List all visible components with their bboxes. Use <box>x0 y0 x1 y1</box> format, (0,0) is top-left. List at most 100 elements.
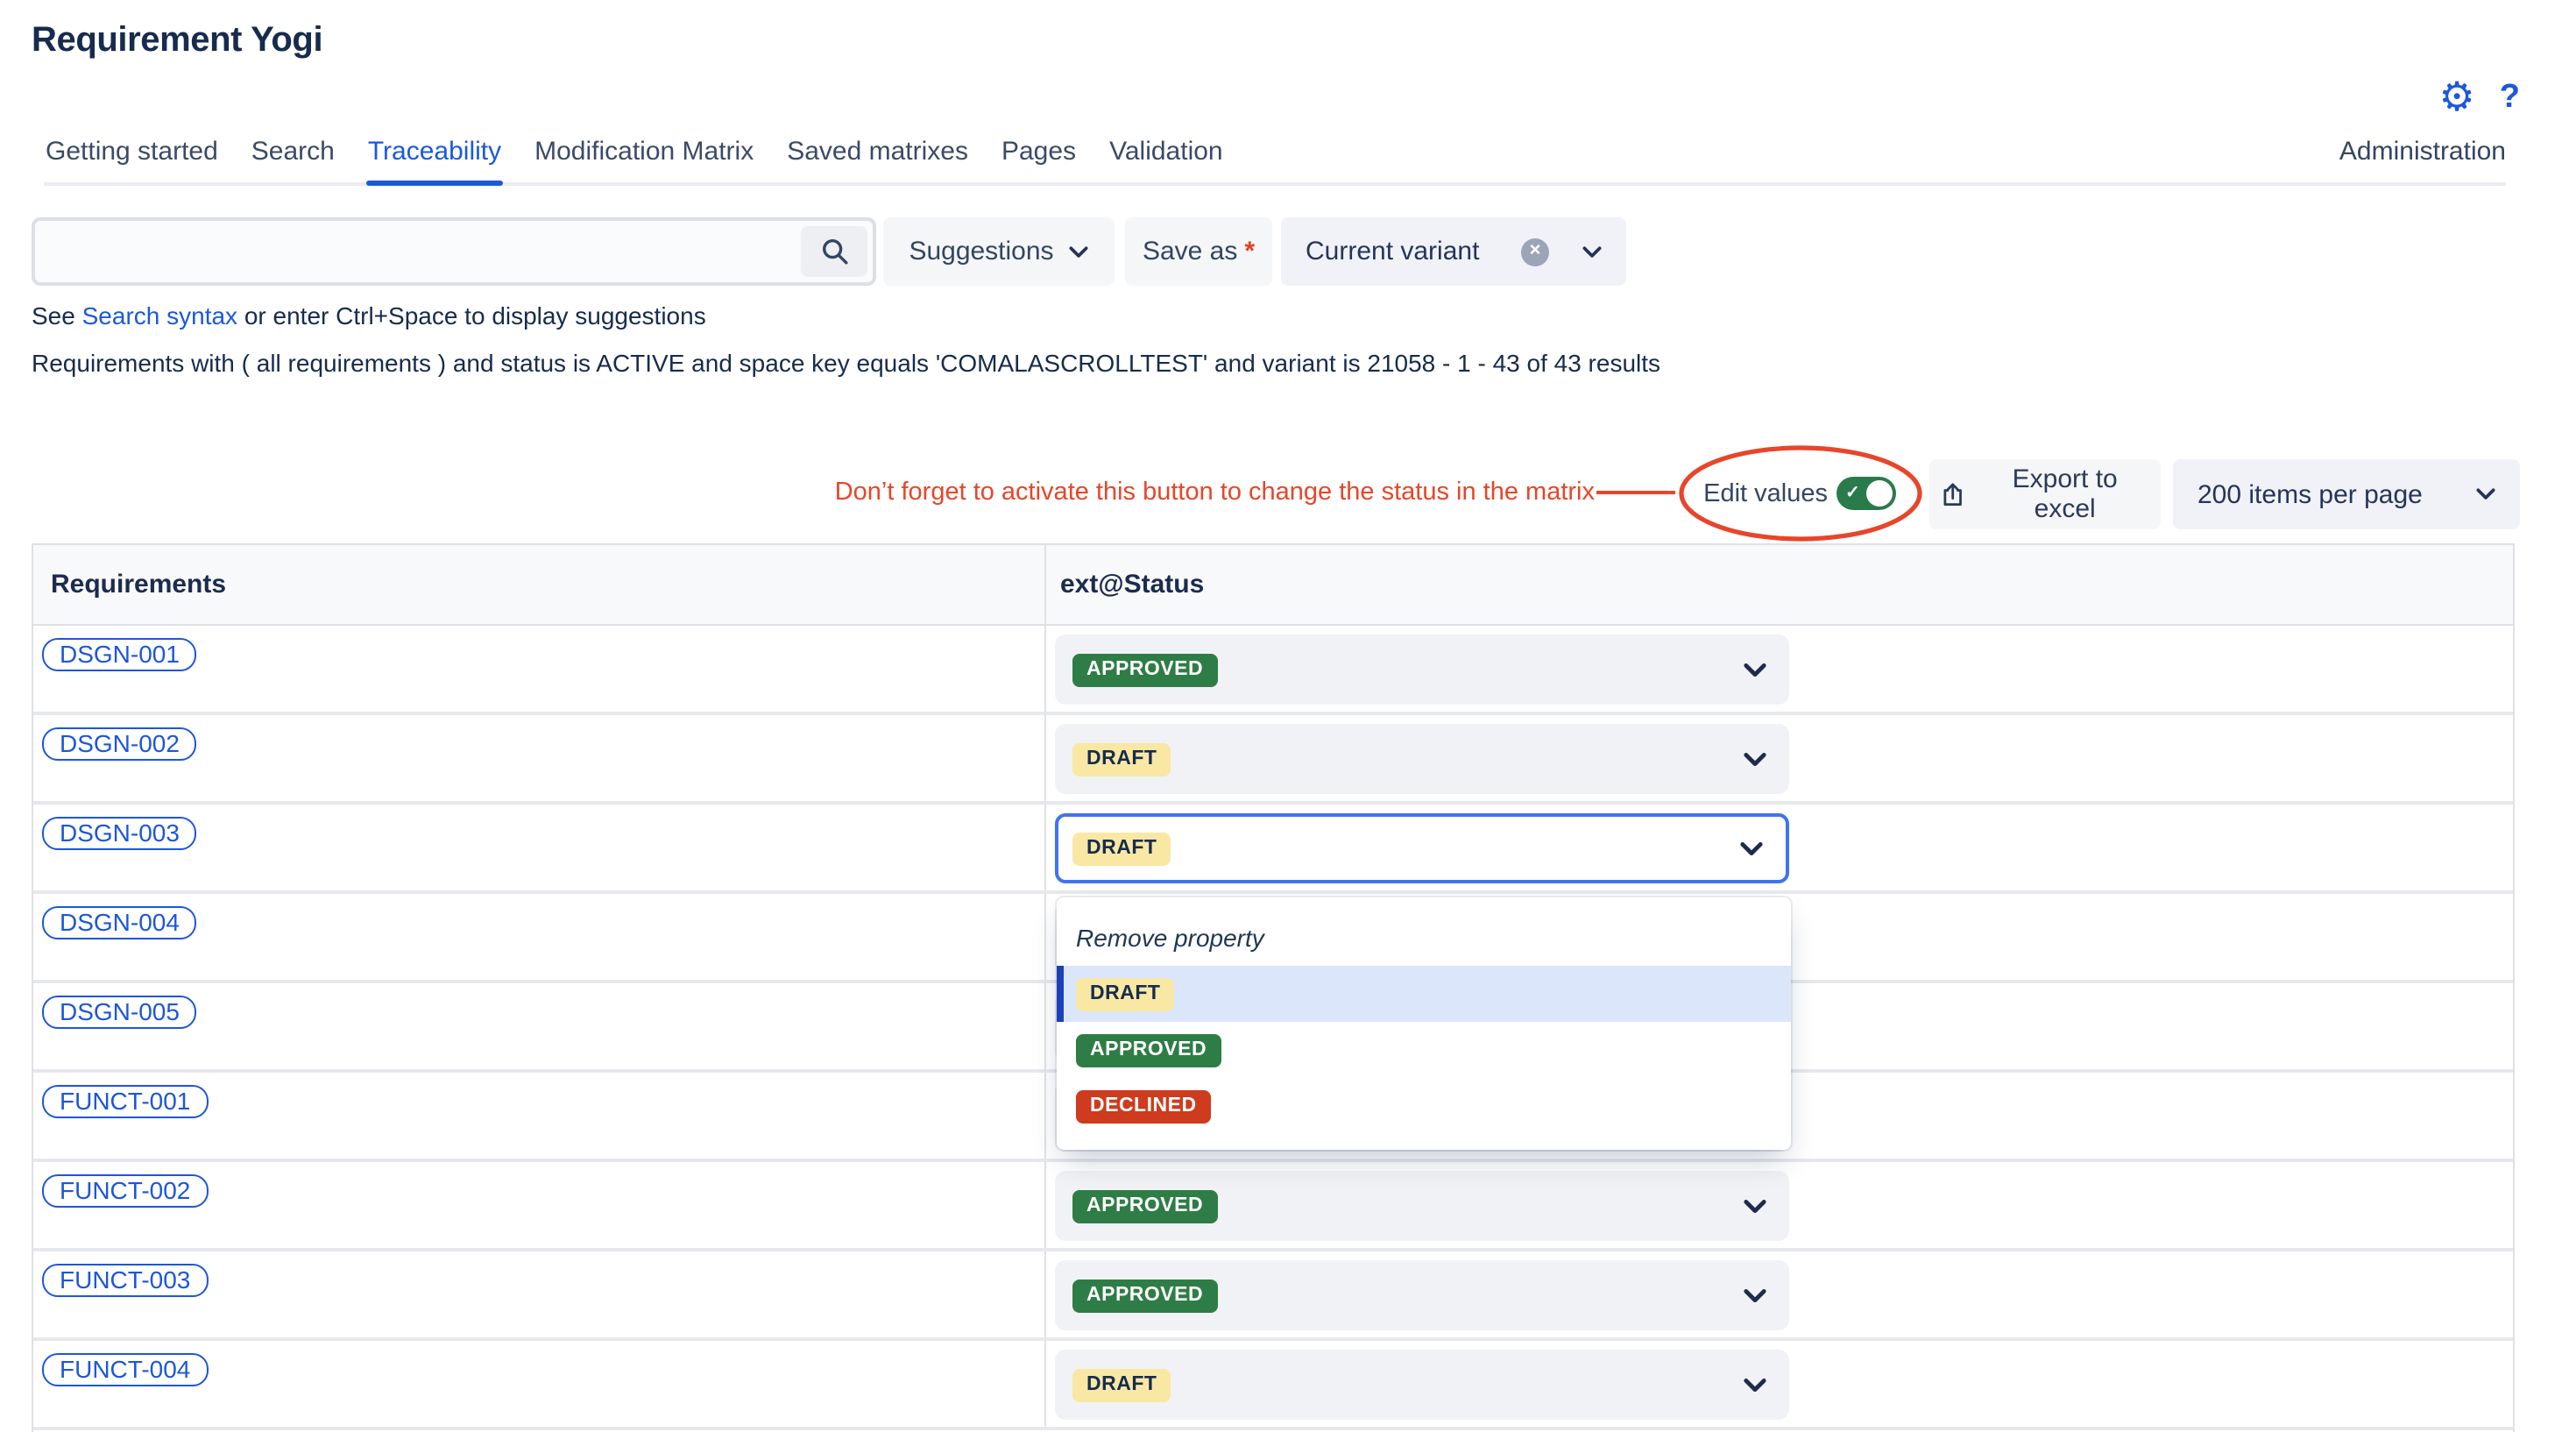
chevron-down-icon <box>1582 245 1602 259</box>
menu-option-approved[interactable]: APPROVED <box>1057 1022 1791 1078</box>
tab-getting-started[interactable]: Getting started <box>44 137 220 182</box>
page-size-select[interactable]: 200 items per page <box>2173 459 2520 529</box>
check-icon: ✓ <box>1845 482 1860 505</box>
help-icon[interactable]: ? <box>2500 81 2520 114</box>
requirement-cell: DSGN-001 <box>33 626 1046 712</box>
toggle-knob <box>1866 480 1893 507</box>
status-badge: DRAFT <box>1076 977 1174 1010</box>
status-badge: APPROVED <box>1072 1189 1217 1223</box>
requirement-link-dsgn-004[interactable]: DSGN-004 <box>42 906 197 939</box>
export-icon <box>1940 481 1965 507</box>
results-summary: Requirements with ( all requirements ) a… <box>32 349 1660 377</box>
menu-option-draft[interactable]: DRAFT <box>1057 966 1791 1022</box>
suggestions-button[interactable]: Suggestions <box>883 217 1115 286</box>
status-badge: APPROVED <box>1076 1033 1221 1067</box>
requirement-cell: DSGN-005 <box>33 983 1046 1069</box>
menu-option-remove-property[interactable]: Remove property <box>1057 910 1791 966</box>
edit-values-toggle[interactable]: ✓ <box>1836 477 1896 510</box>
chevron-down-icon <box>2476 487 2495 501</box>
top-icons: ⚙ ? <box>2439 77 2520 117</box>
search-syntax-link[interactable]: Search syntax <box>82 301 237 330</box>
tab-validation[interactable]: Validation <box>1108 137 1225 182</box>
page-title: Requirement Yogi <box>32 21 322 61</box>
hint-suffix: or enter Ctrl+Space to display suggestio… <box>237 301 706 330</box>
status-badge: DRAFT <box>1072 742 1171 776</box>
annotation-text: Don’t forget to activate this button to … <box>835 479 1595 507</box>
requirement-yogi-page: Requirement Yogi ⚙ ? Getting started Sear… <box>0 0 2576 1432</box>
column-header-requirements: Requirements <box>33 545 1046 624</box>
status-cell: APPROVED <box>1046 1162 2513 1248</box>
requirement-link-funct-002[interactable]: FUNCT-002 <box>42 1174 208 1208</box>
requirement-link-dsgn-003[interactable]: DSGN-003 <box>42 817 197 850</box>
requirements-table: Requirements ext@Status DSGN-001 APPROVE… <box>32 543 2515 1432</box>
requirement-link-funct-004[interactable]: FUNCT-004 <box>42 1353 208 1386</box>
status-badge: DRAFT <box>1072 832 1171 865</box>
chevron-down-icon <box>1744 1198 1766 1214</box>
save-as-button[interactable]: Save as * <box>1125 217 1272 286</box>
settings-gear-icon[interactable]: ⚙ <box>2439 77 2475 117</box>
tab-modification-matrix[interactable]: Modification Matrix <box>533 137 755 182</box>
hint-prefix: See <box>32 301 82 330</box>
status-badge: APPROVED <box>1072 1279 1217 1312</box>
status-select[interactable]: APPROVED <box>1055 1171 1789 1241</box>
chevron-down-icon <box>1744 1287 1766 1303</box>
search-input[interactable] <box>46 221 747 282</box>
tab-saved-matrixes[interactable]: Saved matrixes <box>785 137 970 182</box>
requirement-cell: FUNCT-002 <box>33 1162 1046 1248</box>
search-icon[interactable] <box>801 226 867 277</box>
status-select[interactable]: DRAFT <box>1055 724 1789 794</box>
menu-options: DRAFT APPROVED DECLINED <box>1057 966 1791 1134</box>
requirement-cell: DSGN-003 <box>33 805 1046 890</box>
save-as-label: Save as <box>1143 237 1237 266</box>
tab-traceability[interactable]: Traceability <box>366 137 503 182</box>
status-select[interactable]: DRAFT <box>1055 1350 1789 1420</box>
tab-pages[interactable]: Pages <box>1000 137 1078 182</box>
table-row: FUNCT-004 DRAFT <box>33 1341 2513 1430</box>
export-button[interactable]: Export to excel <box>1929 459 2161 529</box>
requirement-link-dsgn-002[interactable]: DSGN-002 <box>42 727 197 761</box>
export-label: Export to excel <box>1979 464 2150 524</box>
table-row: FUNCT-003 APPROVED <box>33 1251 2513 1341</box>
table-row: DSGN-002 DRAFT <box>33 715 2513 805</box>
suggestions-label: Suggestions <box>909 237 1053 266</box>
search-hint: See Search syntax or enter Ctrl+Space to… <box>32 301 706 330</box>
chevron-down-icon <box>1744 1377 1766 1393</box>
requirement-link-funct-003[interactable]: FUNCT-003 <box>42 1264 208 1297</box>
requirement-cell: DSGN-004 <box>33 894 1046 980</box>
table-header: Requirements ext@Status <box>33 545 2513 626</box>
status-select[interactable]: APPROVED <box>1055 1260 1789 1330</box>
table-row: DSGN-003 DRAFT <box>33 805 2513 894</box>
requirement-link-funct-001[interactable]: FUNCT-001 <box>42 1085 208 1118</box>
column-header-status: ext@Status <box>1046 545 2513 624</box>
status-cell: APPROVED <box>1046 1251 2513 1337</box>
tab-administration[interactable]: Administration <box>2339 137 2506 182</box>
status-badge: DECLINED <box>1076 1089 1211 1123</box>
status-cell: DRAFT <box>1046 805 2513 890</box>
requirement-cell: FUNCT-001 <box>33 1073 1046 1159</box>
status-select[interactable]: APPROVED <box>1055 634 1789 705</box>
status-badge: APPROVED <box>1072 653 1217 686</box>
tab-search[interactable]: Search <box>250 137 336 182</box>
table-row: DSGN-001 APPROVED <box>33 626 2513 715</box>
search-input-wrap <box>32 217 876 286</box>
status-badge: DRAFT <box>1072 1368 1171 1401</box>
status-select[interactable]: DRAFT <box>1055 813 1789 883</box>
chevron-down-icon <box>1740 840 1763 856</box>
tab-list: Getting started Search Traceability Modific… <box>44 137 1225 182</box>
tab-bar: Getting started Search Traceability Modific… <box>44 137 2506 186</box>
requirement-link-dsgn-001[interactable]: DSGN-001 <box>42 638 197 671</box>
chevron-down-icon <box>1070 245 1089 259</box>
variant-label: Current variant <box>1306 237 1505 266</box>
requirement-link-dsgn-005[interactable]: DSGN-005 <box>42 996 197 1029</box>
magnifier-glyph <box>819 237 849 266</box>
edit-values-label: Edit values <box>1703 480 1828 508</box>
clear-variant-icon[interactable]: × <box>1521 237 1549 266</box>
table-row: FUNCT-002 APPROVED <box>33 1162 2513 1251</box>
status-cell: DRAFT <box>1046 1341 2513 1427</box>
menu-option-declined[interactable]: DECLINED <box>1057 1078 1791 1134</box>
requirement-cell: FUNCT-004 <box>33 1341 1046 1427</box>
requirement-cell: FUNCT-003 <box>33 1251 1046 1337</box>
requirement-cell: DSGN-002 <box>33 715 1046 801</box>
annotation-line <box>1596 491 1675 494</box>
variant-select[interactable]: Current variant × <box>1281 217 1626 286</box>
